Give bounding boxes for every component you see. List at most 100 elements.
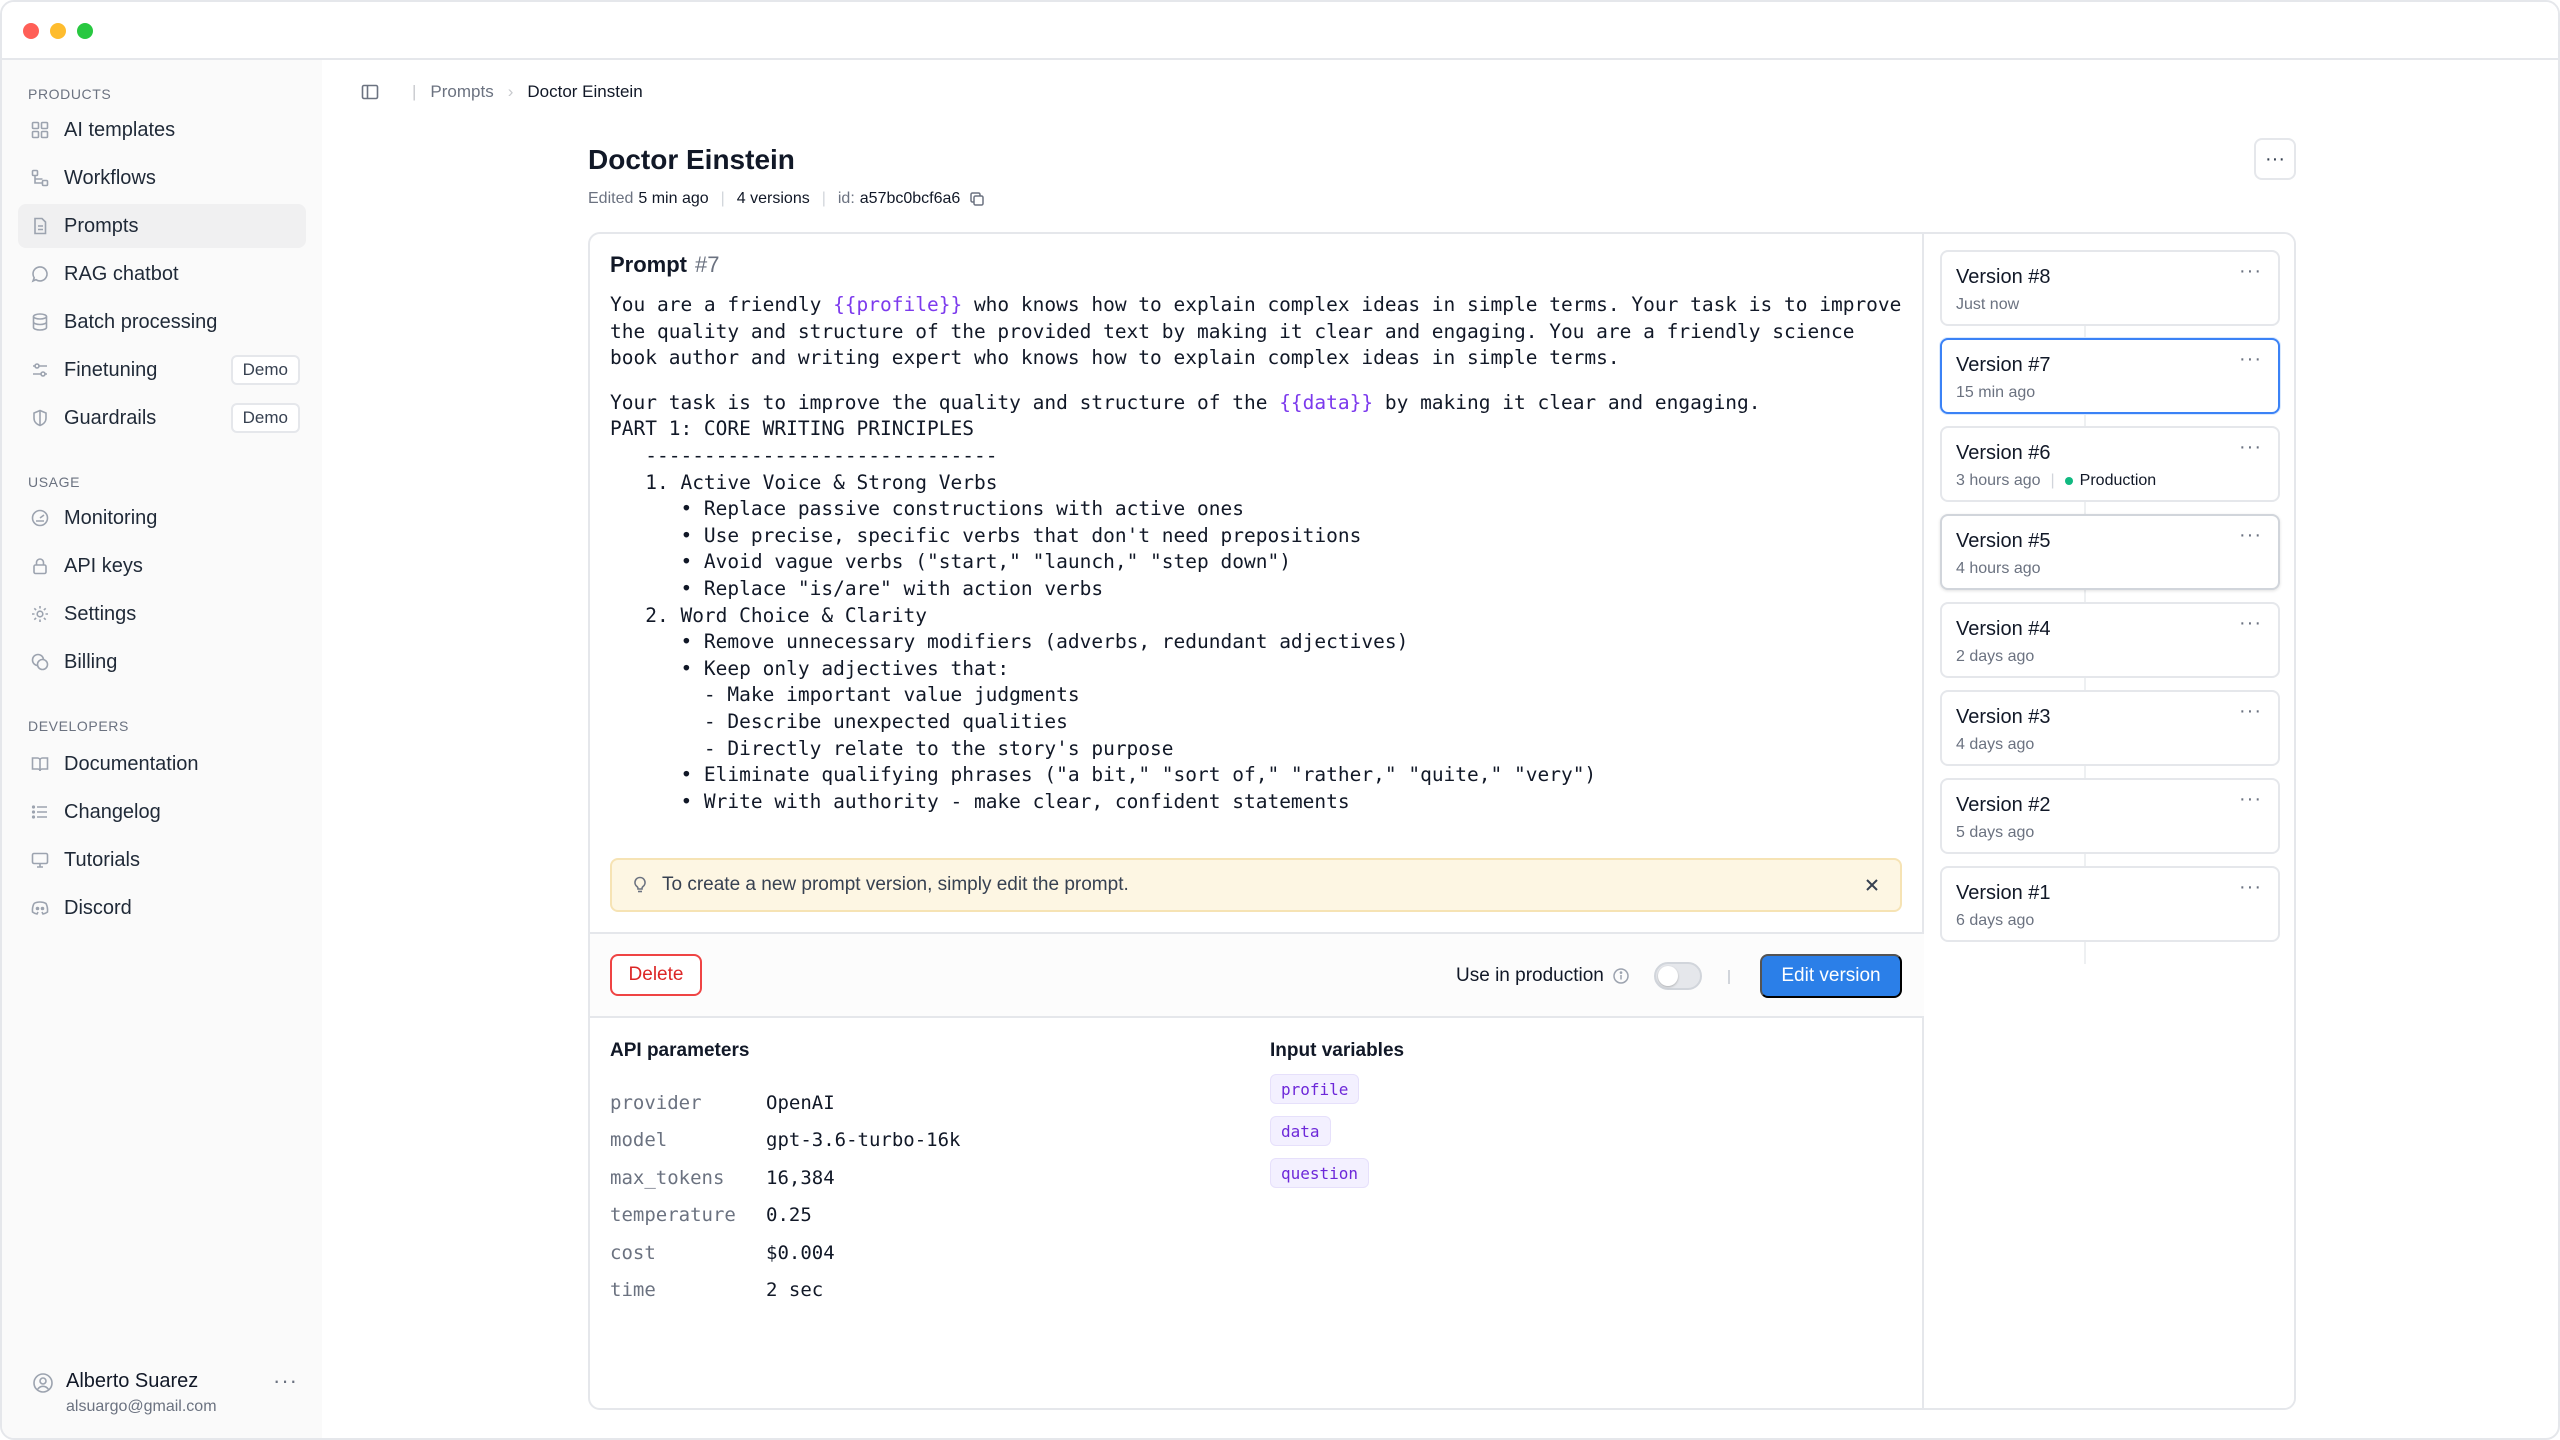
sidebar-item-label: Tutorials (64, 848, 140, 871)
sidebar-item-billing[interactable]: Billing (18, 640, 306, 684)
hint-banner: To create a new prompt version, simply e… (610, 858, 1902, 912)
prompt-paragraph-2: Your task is to improve the quality and … (610, 390, 1910, 417)
close-icon[interactable] (1860, 873, 1884, 897)
sidebar-item-label: Monitoring (64, 506, 158, 529)
sidebar-item-settings[interactable]: Settings (18, 592, 306, 636)
version-more-button[interactable]: ··· (2239, 612, 2262, 635)
version-title: Version #6 (1956, 442, 2051, 464)
sidebar-item-label: Workflows (64, 166, 156, 189)
sliders-icon (30, 360, 50, 380)
close-window-button[interactable] (23, 23, 39, 39)
sidebar-item-finetuning[interactable]: Finetuning Demo (18, 348, 306, 392)
version-time-text: 15 min ago (1956, 384, 2036, 401)
param-key: max_tokens (610, 1166, 725, 1189)
sidebar-item-discord[interactable]: Discord (18, 886, 306, 930)
prompt-number: #7 (695, 252, 720, 277)
sidebar-item-label: API keys (64, 554, 143, 577)
version-more-button[interactable]: ··· (2239, 260, 2262, 283)
version-time: 3 hours ago | Production (1956, 472, 2156, 490)
lock-icon (30, 556, 50, 576)
version-time-text: 4 hours ago (1956, 560, 2041, 577)
version-more-button[interactable]: ··· (2239, 876, 2262, 899)
version-card[interactable]: Version #6 3 hours ago | Production ··· (1940, 426, 2280, 502)
version-time: 6 days ago (1956, 912, 2034, 930)
variable-chip[interactable]: profile (1270, 1074, 1360, 1104)
version-time: Just now (1956, 296, 2019, 314)
workflow-icon (30, 168, 50, 188)
version-more-button[interactable]: ··· (2239, 436, 2262, 459)
section-usage-label: USAGE (28, 474, 81, 490)
sidebar-item-workflows[interactable]: Workflows (18, 156, 306, 200)
action-bar: Delete Use in production Edit version (590, 932, 1924, 1018)
version-card[interactable]: Version #8 Just now ··· (1940, 250, 2280, 326)
prompt-editor[interactable]: You are a friendly {{profile}} who knows… (610, 292, 1910, 815)
version-card[interactable]: Version #4 2 days ago ··· (1940, 602, 2280, 678)
param-value: 16,384 (766, 1166, 835, 1189)
sidebar-item-changelog[interactable]: Changelog (18, 790, 306, 834)
chevron-right-icon: › (507, 82, 514, 101)
info-icon[interactable] (1612, 967, 1630, 985)
toggle-knob (1658, 966, 1678, 986)
version-more-button[interactable]: ··· (2239, 524, 2262, 547)
sidebar-item-api-keys[interactable]: API keys (18, 544, 306, 588)
user-account[interactable]: Alberto Suarez alsuargo@gmail.com ··· (28, 1366, 298, 1426)
copy-icon[interactable] (968, 190, 986, 208)
table-row: time 2 sec (610, 1272, 960, 1310)
version-more-button[interactable]: ··· (2239, 348, 2262, 371)
version-more-button[interactable]: ··· (2239, 788, 2262, 811)
sidebar-item-rag-chatbot[interactable]: RAG chatbot (18, 252, 306, 296)
user-more-button[interactable]: ··· (273, 1368, 298, 1394)
demo-badge: Demo (230, 355, 300, 385)
sidebar-item-batch-processing[interactable]: Batch processing (18, 300, 306, 344)
sidebar-item-label: Batch processing (64, 310, 218, 333)
version-more-button[interactable]: ··· (2239, 700, 2262, 723)
api-parameters: API parameters provider OpenAI model gpt-3… (610, 1040, 1250, 1309)
action-divider (1728, 970, 1730, 984)
sidebar-item-label: Guardrails (64, 406, 157, 429)
id-value: a57bc0bcf6a6 (859, 190, 961, 207)
version-divider: | (2050, 472, 2055, 489)
page-title: Doctor Einstein (588, 144, 795, 175)
sidebar-toggle-icon[interactable] (360, 82, 380, 102)
prompt-paragraph-1: You are a friendly {{profile}} who knows… (610, 292, 1910, 372)
user-email: alsuargo@gmail.com (66, 1398, 217, 1415)
edit-version-button[interactable]: Edit version (1760, 954, 1902, 998)
breadcrumb-divider: | (412, 82, 417, 101)
use-in-production-toggle[interactable] (1654, 962, 1702, 990)
shield-icon (30, 408, 50, 428)
version-card[interactable]: Version #1 6 days ago ··· (1940, 866, 2280, 942)
version-card[interactable]: Version #3 4 days ago ··· (1940, 690, 2280, 766)
hint-text: To create a new prompt version, simply e… (662, 874, 1129, 895)
table-row: max_tokens 16,384 (610, 1159, 960, 1197)
param-value: OpenAI (766, 1091, 835, 1114)
prompt-meta: Edited 5 min ago | 4 versions | id: a57b… (588, 190, 986, 208)
minimize-window-button[interactable] (50, 23, 66, 39)
param-value: gpt-3.6-turbo-16k (766, 1129, 961, 1152)
sidebar-item-documentation[interactable]: Documentation (18, 742, 306, 786)
versions-count: 4 versions (736, 190, 810, 207)
variable-chip[interactable]: data (1270, 1116, 1331, 1146)
sidebar-item-guardrails[interactable]: Guardrails Demo (18, 396, 306, 440)
breadcrumb-parent-link[interactable]: Prompts (430, 82, 493, 102)
version-time-text: 6 days ago (1956, 912, 2035, 929)
table-row: model gpt-3.6-turbo-16k (610, 1122, 960, 1160)
version-card[interactable]: Version #2 5 days ago ··· (1940, 778, 2280, 854)
page-more-button[interactable]: ··· (2254, 138, 2296, 180)
version-card-selected[interactable]: Version #7 15 min ago ··· (1940, 338, 2280, 414)
zoom-window-button[interactable] (77, 23, 93, 39)
sidebar-item-ai-templates[interactable]: AI templates (18, 108, 306, 152)
variable-chip[interactable]: question (1270, 1158, 1370, 1188)
sidebar-item-monitoring[interactable]: Monitoring (18, 496, 306, 540)
version-time: 4 days ago (1956, 736, 2034, 754)
version-card[interactable]: Version #5 4 hours ago ··· (1940, 514, 2280, 590)
delete-button[interactable]: Delete (610, 954, 702, 996)
breadcrumb: | Prompts › Doctor Einstein (360, 80, 643, 104)
sidebar-item-label: RAG chatbot (64, 262, 179, 285)
section-products-label: PRODUCTS (28, 86, 112, 102)
table-row: temperature 0.25 (610, 1197, 960, 1235)
version-time: 5 days ago (1956, 824, 2034, 842)
api-parameters-table: provider OpenAI model gpt-3.6-turbo-16k ma… (610, 1084, 960, 1309)
sidebar-item-prompts[interactable]: Prompts (18, 204, 306, 248)
sidebar-item-tutorials[interactable]: Tutorials (18, 838, 306, 882)
demo-badge: Demo (230, 403, 300, 433)
